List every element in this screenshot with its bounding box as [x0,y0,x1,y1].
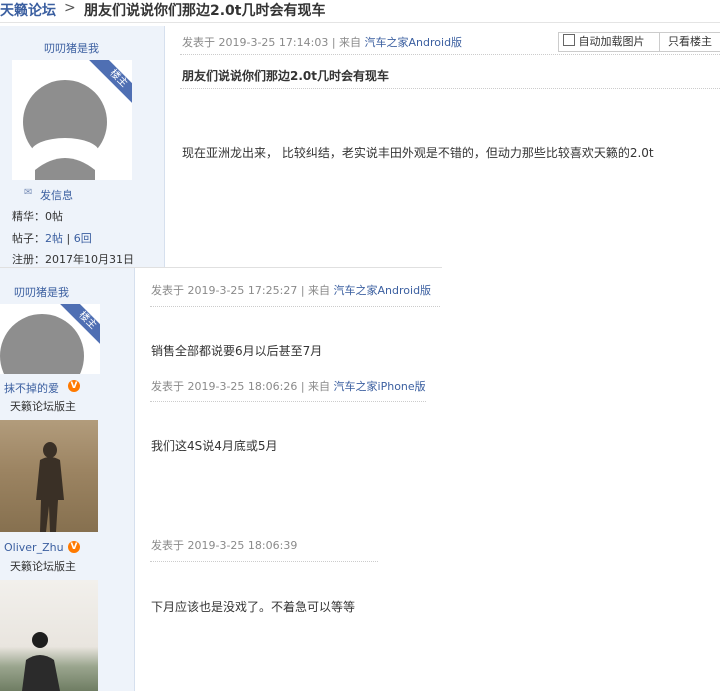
post-1-stat-tiezi: 帖子：2帖 | 6回 [12,232,92,245]
auto-load-images-toggle[interactable]: 自动加载图片 [558,32,660,52]
post-2-meta: 发表于 2019-3-25 17:25:27 | 来自 汽车之家Android版 [151,284,432,297]
post-4-content: 下月应该也是没戏了。不着急可以等等 [151,600,356,614]
only-op-button[interactable]: 只看楼主 [659,32,720,52]
post-4-role: 天籁论坛版主 [10,560,76,573]
post-count-link[interactable]: 2帖 [45,232,63,245]
post-3-username[interactable]: 抹不掉的爱 [4,380,59,396]
post-4-avatar[interactable] [0,580,98,691]
post-1-source-link[interactable]: 汽车之家Android版 [365,36,463,49]
post-2-content: 销售全部都说要6月以后甚至7月 [151,344,323,358]
post-4-username[interactable]: Oliver_Zhu [4,541,64,554]
post-1-subject: 朋友们说说你们那边2.0t几时会有现车 [182,69,389,83]
checkbox-icon[interactable] [563,34,575,46]
post-4-meta: 发表于 2019-3-25 18:06:39 [151,539,298,552]
thread-title: 朋友们说说你们那边2.0t几时会有现车 [84,3,326,19]
post-2-avatar[interactable]: 楼主 [0,304,100,374]
post-1-username[interactable]: 叨叨猪是我 [44,40,99,56]
reply-count-link[interactable]: 6回 [74,232,92,245]
chevron-right-icon: > [64,0,76,16]
verified-badge-icon: V [68,541,80,553]
post-2-username[interactable]: 叨叨猪是我 [14,284,69,300]
post-2-source-link[interactable]: 汽车之家Android版 [334,284,432,297]
post-1-stat-register: 注册：2017年10月31日 [12,253,134,266]
verified-badge-icon: V [68,380,80,392]
forum-link[interactable]: 天籁论坛 [0,0,56,20]
post-1-meta: 发表于 2019-3-25 17:14:03 | 来自 汽车之家Android版 [182,36,463,49]
envelope-icon: ✉ [24,187,33,198]
post-1-avatar[interactable]: 楼主 [12,60,132,180]
post-1-content: 现在亚洲龙出来， 比较纠结，老实说丰田外观是不错的，但动力那些比较喜欢天籁的2.… [182,146,654,160]
post-3-avatar[interactable] [0,420,98,532]
post-3-meta: 发表于 2019-3-25 18:06:26 | 来自 汽车之家iPhone版 [151,380,426,393]
thread-header: 天籁论坛 > 朋友们说说你们那边2.0t几时会有现车 [0,0,720,23]
post-3-role: 天籁论坛版主 [10,400,76,413]
post-3-source-link[interactable]: 汽车之家iPhone版 [334,380,426,393]
person-photo-icon [22,632,60,691]
person-silhouette-icon [36,442,64,532]
post-1-stat-jinghua: 精华：0帖 [12,210,63,223]
post-3-content: 我们这4S说4月底或5月 [151,439,278,453]
send-message-link[interactable]: 发信息 [40,187,73,203]
